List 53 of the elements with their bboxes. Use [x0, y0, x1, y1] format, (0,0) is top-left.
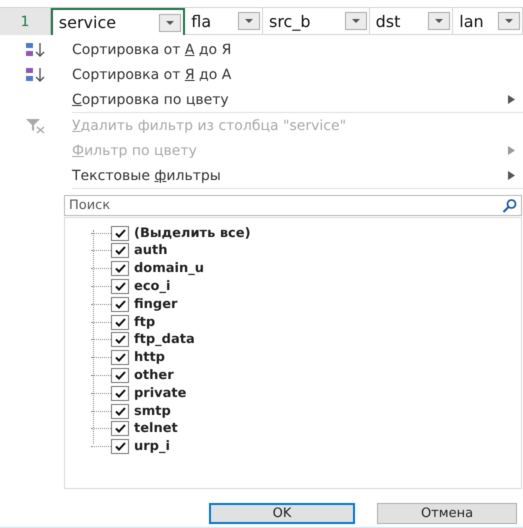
- checkbox[interactable]: [111, 386, 129, 401]
- search-field[interactable]: Поиск: [64, 195, 522, 216]
- value-label[interactable]: other: [134, 368, 174, 383]
- value-label[interactable]: domain_u: [134, 261, 204, 276]
- header-cell[interactable]: service: [50, 8, 186, 36]
- value-label[interactable]: finger: [134, 296, 178, 312]
- ok-button[interactable]: OK: [209, 503, 355, 524]
- value-label[interactable]: urp_i: [134, 439, 170, 454]
- header-cell[interactable]: src_b: [262, 8, 370, 36]
- caret-icon: [165, 20, 176, 26]
- checkbox[interactable]: [111, 226, 129, 241]
- checkbox[interactable]: [111, 368, 129, 383]
- caret-icon: [350, 18, 361, 24]
- header-cell[interactable]: lan: [453, 8, 523, 36]
- checkbox[interactable]: [111, 261, 129, 276]
- filter-dropdown-button[interactable]: [498, 12, 520, 30]
- menu-item[interactable]: Сортировка от А до Я: [72, 42, 523, 58]
- value-label[interactable]: http: [134, 350, 165, 366]
- menu-item[interactable]: Сортировка от Я до А: [72, 66, 523, 83]
- checkbox[interactable]: [111, 314, 129, 330]
- value-label[interactable]: auth: [134, 243, 168, 258]
- value-label[interactable]: private: [134, 386, 186, 401]
- value-label[interactable]: telnet: [134, 421, 178, 436]
- checkbox[interactable]: [111, 350, 129, 366]
- caret-icon: [434, 18, 444, 24]
- checkbox[interactable]: [111, 439, 129, 454]
- checkbox[interactable]: [111, 404, 129, 419]
- filter-dropdown-button[interactable]: [238, 12, 260, 30]
- filter-dropdown-button[interactable]: [428, 12, 450, 30]
- value-label[interactable]: (Выделить все): [134, 226, 251, 241]
- menu-item[interactable]: Текстовые фильтры: [72, 168, 508, 184]
- sort-icon: [25, 42, 47, 58]
- filter-dropdown-button[interactable]: [159, 14, 182, 32]
- header-cell[interactable]: fla: [185, 8, 263, 36]
- clear-filter-icon: [25, 118, 47, 134]
- checkbox[interactable]: [111, 421, 129, 436]
- checkbox[interactable]: [111, 332, 129, 348]
- checkbox[interactable]: [111, 278, 129, 294]
- menu-item[interactable]: Сортировка по цвету: [72, 92, 508, 108]
- filter-dropdown-button[interactable]: [344, 12, 367, 30]
- caret-icon: [244, 18, 254, 24]
- cancel-button[interactable]: Отмена: [377, 503, 517, 524]
- value-label[interactable]: eco_i: [134, 278, 170, 294]
- caret-icon: [504, 18, 514, 24]
- sort-icon: [25, 66, 47, 83]
- value-label[interactable]: smtp: [134, 404, 171, 419]
- value-label[interactable]: ftp_data: [134, 332, 195, 348]
- checkbox[interactable]: [111, 296, 129, 312]
- header-cell[interactable]: dst: [370, 8, 454, 36]
- checkbox[interactable]: [111, 243, 129, 258]
- search-icon: [502, 199, 517, 214]
- value-label[interactable]: ftp: [134, 314, 156, 330]
- row-number: 1: [0, 8, 51, 36]
